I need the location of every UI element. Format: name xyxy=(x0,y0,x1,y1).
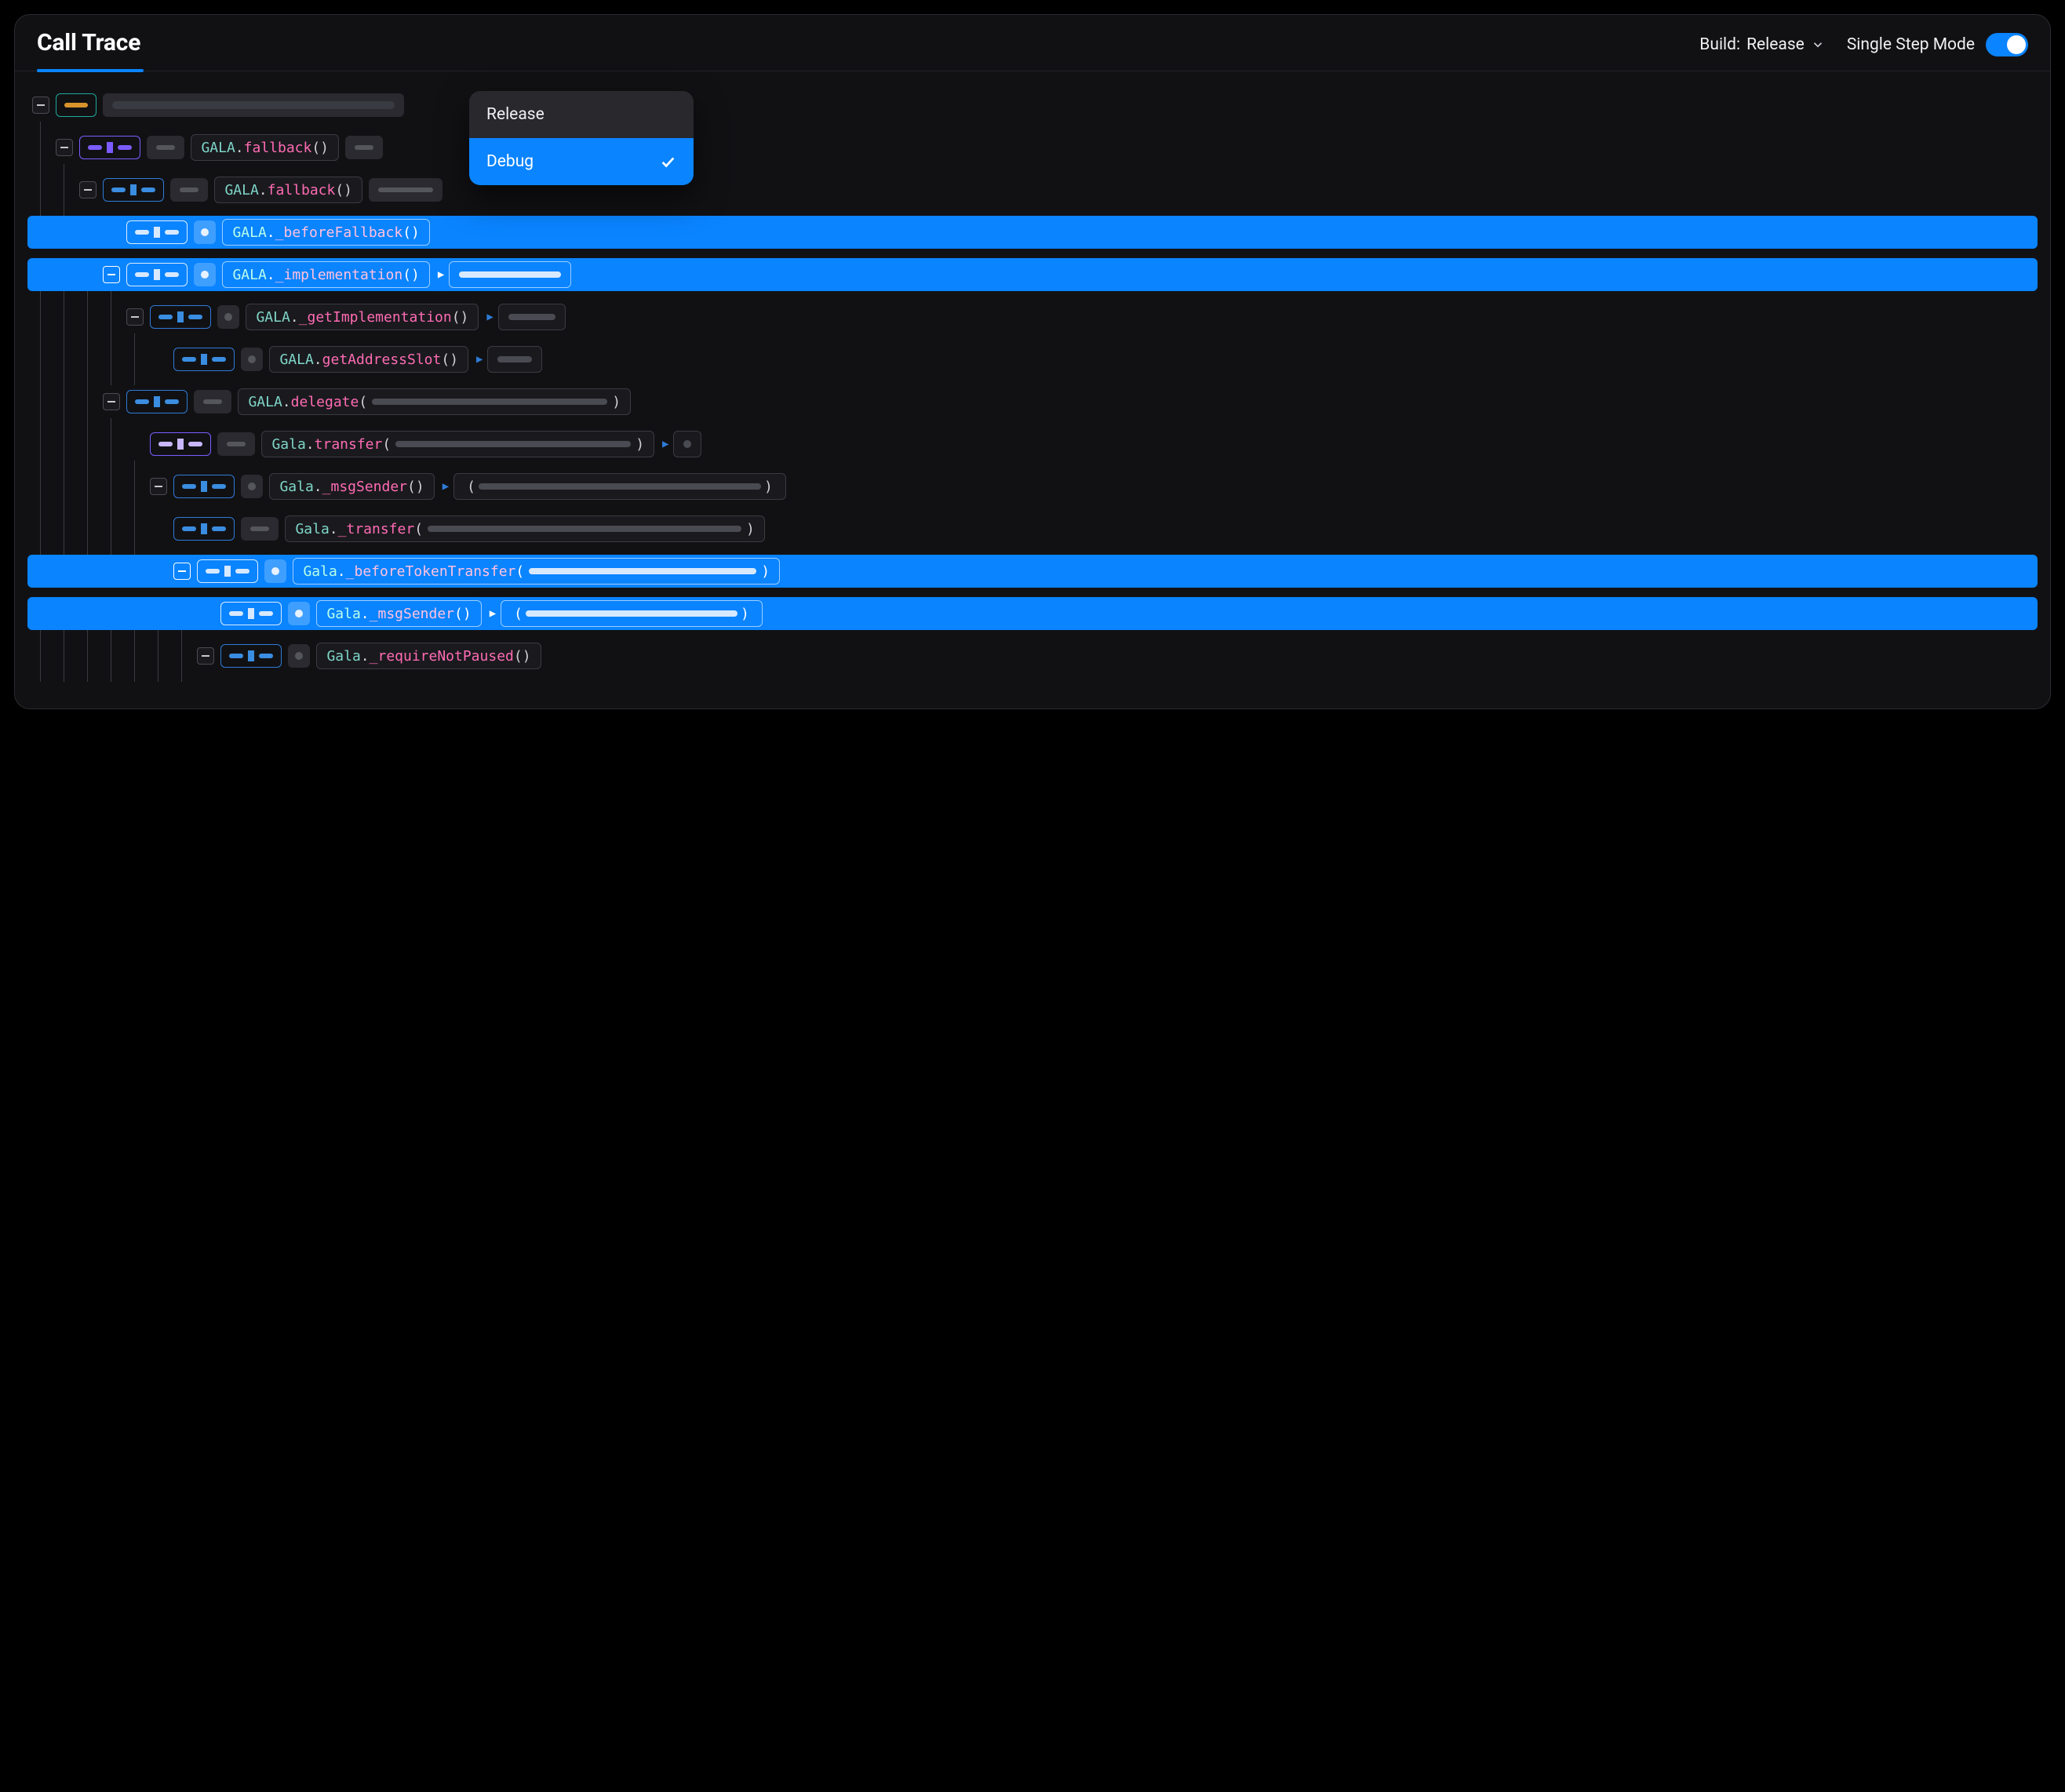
status-badge: → xyxy=(79,136,140,159)
summary-pill xyxy=(264,559,286,583)
summary-pill xyxy=(288,644,310,668)
call-box[interactable]: Gala._beforeTokenTransfer() xyxy=(293,558,780,585)
call-box[interactable]: Gala._requireNotPaused() xyxy=(316,643,541,669)
status-badge xyxy=(56,93,97,117)
summary-pill xyxy=(147,136,184,159)
trace-row-root[interactable] xyxy=(32,89,2033,122)
return-box xyxy=(673,431,701,457)
panel-title: Call Trace xyxy=(37,29,140,56)
status-badge: → xyxy=(126,220,188,244)
collapse-toggle[interactable] xyxy=(103,266,120,283)
status-badge: → xyxy=(197,559,258,583)
status-badge: → xyxy=(150,432,211,456)
build-value: Release xyxy=(1746,35,1805,54)
summary-pill xyxy=(241,475,263,498)
collapse-toggle[interactable] xyxy=(126,308,144,326)
status-badge: → xyxy=(150,305,211,329)
call-box[interactable]: Gala._msgSender() xyxy=(269,473,434,500)
collapse-toggle[interactable] xyxy=(197,647,214,665)
trace-row-highlighted[interactable]: → Gala._beforeTokenTransfer() xyxy=(27,555,2038,588)
single-step-label: Single Step Mode xyxy=(1847,35,1975,54)
return-box xyxy=(487,346,542,373)
summary-pill xyxy=(194,220,216,244)
summary-pill xyxy=(170,178,208,202)
tail-pill xyxy=(345,136,383,159)
call-box[interactable]: GALA.fallback() xyxy=(191,134,339,161)
status-badge: → xyxy=(126,263,188,286)
call-box[interactable]: Gala._msgSender() xyxy=(316,600,481,627)
dropdown-option-label: Release xyxy=(486,105,544,124)
single-step-toggle[interactable] xyxy=(1986,33,2028,56)
trace-row[interactable]: → GALA.getAddressSlot() ▶ xyxy=(32,343,2033,376)
build-label: Build: xyxy=(1699,35,1740,54)
return-arrow-icon: ▶ xyxy=(490,607,496,620)
call-box[interactable]: GALA.fallback() xyxy=(214,177,362,203)
dropdown-option-label: Debug xyxy=(486,152,534,171)
panel-header: Call Trace Build: Release Single Step Mo… xyxy=(15,15,2050,71)
trace-tree: → GALA.fallback() → GALA.fallback() → xyxy=(15,71,2050,708)
status-badge: → xyxy=(220,644,282,668)
collapse-toggle[interactable] xyxy=(32,97,49,114)
summary-pill xyxy=(241,348,263,371)
status-badge: → xyxy=(220,602,282,625)
return-arrow-icon: ▶ xyxy=(662,438,668,450)
check-icon xyxy=(659,153,676,170)
tail-pill xyxy=(369,178,442,202)
call-box[interactable]: GALA.delegate() xyxy=(238,388,631,415)
trace-row-highlighted[interactable]: → GALA._implementation() ▶ xyxy=(27,258,2038,291)
build-dropdown[interactable]: Release Debug xyxy=(469,91,694,185)
dropdown-option-release[interactable]: Release xyxy=(469,91,694,138)
trace-row[interactable]: → Gala._msgSender() ▶ () xyxy=(32,470,2033,503)
call-box[interactable]: GALA._implementation() xyxy=(222,261,429,288)
call-box[interactable]: Gala.transfer() xyxy=(261,431,654,457)
summary-pill xyxy=(103,93,404,117)
trace-row[interactable]: → Gala.transfer() ▶ xyxy=(32,428,2033,461)
return-arrow-icon: ▶ xyxy=(486,311,493,323)
dropdown-option-debug[interactable]: Debug xyxy=(469,138,694,185)
return-arrow-icon: ▶ xyxy=(476,353,483,366)
summary-pill xyxy=(217,305,239,329)
return-box xyxy=(449,261,571,288)
trace-row[interactable]: → GALA._getImplementation() ▶ xyxy=(32,300,2033,333)
summary-pill xyxy=(241,517,279,541)
trace-row[interactable]: → GALA.delegate() xyxy=(32,385,2033,418)
summary-pill xyxy=(194,390,231,413)
status-badge: → xyxy=(103,178,164,202)
return-box: () xyxy=(453,473,786,500)
collapse-toggle[interactable] xyxy=(79,181,97,199)
status-badge: → xyxy=(173,348,235,371)
call-box[interactable]: GALA._getImplementation() xyxy=(246,304,479,330)
collapse-toggle[interactable] xyxy=(173,563,191,580)
return-box xyxy=(498,304,566,330)
status-badge: → xyxy=(173,475,235,498)
call-trace-panel: Call Trace Build: Release Single Step Mo… xyxy=(14,14,2051,709)
return-arrow-icon: ▶ xyxy=(438,268,444,281)
collapse-toggle[interactable] xyxy=(150,478,167,495)
summary-pill xyxy=(288,602,310,625)
collapse-toggle[interactable] xyxy=(56,139,73,156)
status-badge: → xyxy=(173,517,235,541)
summary-pill xyxy=(194,263,216,286)
collapse-toggle[interactable] xyxy=(103,393,120,410)
chevron-down-icon xyxy=(1811,38,1825,52)
trace-row[interactable]: → Gala._transfer() xyxy=(32,512,2033,545)
build-select[interactable]: Build: Release xyxy=(1699,35,1825,54)
trace-row[interactable]: → GALA.fallback() xyxy=(32,173,2033,206)
return-arrow-icon: ▶ xyxy=(442,480,449,493)
status-badge: → xyxy=(126,390,188,413)
trace-row-highlighted[interactable]: → GALA._beforeFallback() xyxy=(27,216,2038,249)
return-box: () xyxy=(501,600,763,627)
call-box[interactable]: Gala._transfer() xyxy=(285,515,764,542)
trace-row[interactable]: → Gala._requireNotPaused() xyxy=(32,639,2033,672)
call-box[interactable]: GALA._beforeFallback() xyxy=(222,219,429,246)
single-step-mode: Single Step Mode xyxy=(1847,33,2028,56)
trace-row[interactable]: → GALA.fallback() xyxy=(32,131,2033,164)
summary-pill xyxy=(217,432,255,456)
trace-row-highlighted[interactable]: → Gala._msgSender() ▶ () xyxy=(27,597,2038,630)
call-box[interactable]: GALA.getAddressSlot() xyxy=(269,346,468,373)
